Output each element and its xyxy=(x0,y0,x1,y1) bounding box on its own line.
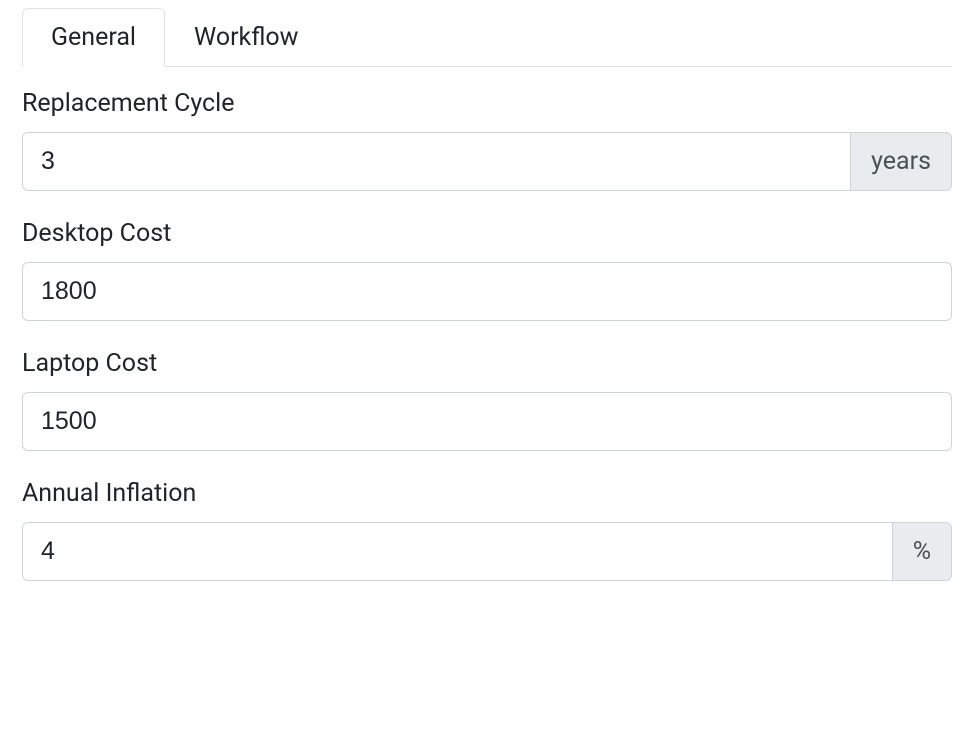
tab-workflow[interactable]: Workflow xyxy=(165,8,327,67)
tab-bar: General Workflow xyxy=(22,8,952,67)
annual-inflation-input-group: % xyxy=(22,522,952,581)
annual-inflation-label: Annual Inflation xyxy=(22,479,952,508)
tab-general[interactable]: General xyxy=(22,8,165,67)
desktop-cost-label: Desktop Cost xyxy=(22,219,952,248)
annual-inflation-unit: % xyxy=(893,522,952,581)
field-annual-inflation: Annual Inflation % xyxy=(22,479,952,581)
field-laptop-cost: Laptop Cost xyxy=(22,349,952,451)
laptop-cost-label: Laptop Cost xyxy=(22,349,952,378)
desktop-cost-input[interactable] xyxy=(22,262,952,321)
field-desktop-cost: Desktop Cost xyxy=(22,219,952,321)
replacement-cycle-input[interactable] xyxy=(22,132,851,191)
replacement-cycle-input-group: years xyxy=(22,132,952,191)
field-replacement-cycle: Replacement Cycle years xyxy=(22,89,952,191)
laptop-cost-input[interactable] xyxy=(22,392,952,451)
replacement-cycle-label: Replacement Cycle xyxy=(22,89,952,118)
annual-inflation-input[interactable] xyxy=(22,522,893,581)
form-general: Replacement Cycle years Desktop Cost Lap… xyxy=(0,67,974,581)
replacement-cycle-unit: years xyxy=(851,132,952,191)
